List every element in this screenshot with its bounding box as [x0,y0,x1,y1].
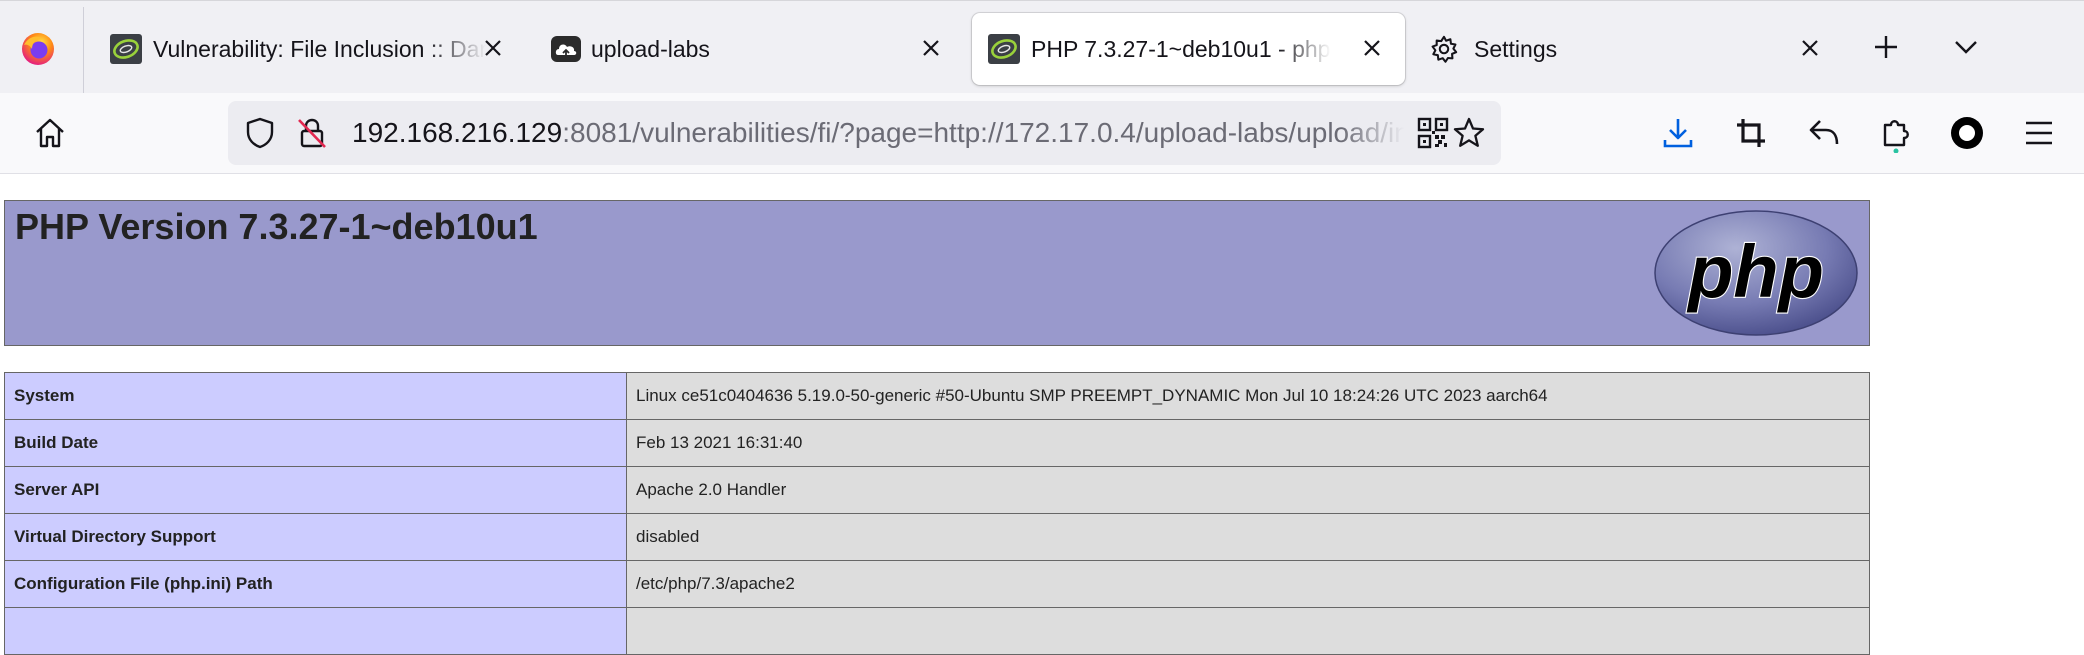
row-key [4,607,627,655]
dvwa-favicon [988,34,1020,64]
row-key: Virtual Directory Support [4,513,627,561]
close-tab-icon[interactable] [1357,33,1387,63]
tab-phpinfo[interactable]: PHP 7.3.27-1~deb10u1 - phpinfo() [972,13,1405,85]
close-tab-icon[interactable] [1795,33,1825,63]
dvwa-favicon [110,34,142,64]
gear-icon [1428,34,1460,64]
svg-text:php: php [1686,230,1824,313]
table-row [4,607,1870,655]
tab-separator [83,7,84,93]
bookmark-star-icon[interactable] [1449,113,1489,153]
downloads-icon[interactable] [1658,113,1698,153]
home-icon[interactable] [30,113,70,153]
navigation-toolbar: 192.168.216.129:8081/vulnerabilities/fi/… [0,93,2084,174]
upload-labs-favicon [550,34,582,64]
tab-dvwa-file-inclusion[interactable]: Vulnerability: File Inclusion :: Damn Vu… [100,13,520,85]
close-tab-icon[interactable] [916,33,946,63]
qr-code-icon[interactable] [1413,113,1453,153]
address-bar[interactable]: 192.168.216.129:8081/vulnerabilities/fi/… [228,101,1501,165]
page-title: PHP Version 7.3.27-1~deb10u1 [15,206,538,247]
table-row: Server API Apache 2.0 Handler [4,466,1870,514]
row-key: Configuration File (php.ini) Path [4,560,627,608]
php-version-header: PHP Version 7.3.27-1~deb10u1 php [4,200,1870,346]
page-content: PHP Version 7.3.27-1~deb10u1 php System … [0,174,2084,655]
tab-settings[interactable]: Settings [1418,13,1838,85]
row-key: Server API [4,466,627,514]
firefox-view-icon[interactable] [20,31,56,67]
row-key: System [4,372,627,420]
new-tab-plus-icon[interactable] [1868,29,1904,65]
row-value: /etc/php/7.3/apache2 [626,560,1870,608]
back-arrow-icon[interactable] [1804,113,1844,153]
tab-title: Vulnerability: File Inclusion :: Damn Vu… [153,36,486,62]
row-value [626,607,1870,655]
tracking-protection-shield-icon[interactable] [240,113,280,153]
row-value: Apache 2.0 Handler [626,466,1870,514]
account-profile-icon[interactable] [1947,113,1987,153]
table-row: Configuration File (php.ini) Path /etc/p… [4,560,1870,608]
url-host: 192.168.216.129 [352,117,563,148]
tab-title: Settings [1474,36,1558,62]
extensions-puzzle-icon[interactable] [1876,113,1916,153]
phpinfo-table: System Linux ce51c0404636 5.19.0-50-gene… [4,372,1870,655]
tab-title: PHP 7.3.27-1~deb10u1 - phpinfo() [1031,36,1331,62]
table-row: Virtual Directory Support disabled [4,513,1870,561]
row-key: Build Date [4,419,627,467]
url-text[interactable]: 192.168.216.129:8081/vulnerabilities/fi/… [352,101,1404,165]
url-path: :8081/vulnerabilities/fi/?page=http://17… [562,117,1404,148]
screenshot-crop-icon[interactable] [1731,113,1771,153]
table-row: Build Date Feb 13 2021 16:31:40 [4,419,1870,467]
tab-strip: Vulnerability: File Inclusion :: Damn Vu… [0,0,2084,93]
row-value: Linux ce51c0404636 5.19.0-50-generic #50… [626,372,1870,420]
close-tab-icon[interactable] [478,33,508,63]
insecure-lock-icon[interactable] [292,113,332,153]
tab-upload-labs[interactable]: upload-labs [540,13,960,85]
php-logo[interactable]: php [1653,209,1859,337]
table-row: System Linux ce51c0404636 5.19.0-50-gene… [4,372,1870,420]
row-value: disabled [626,513,1870,561]
row-value: Feb 13 2021 16:31:40 [626,419,1870,467]
hamburger-menu-icon[interactable] [2019,113,2059,153]
tab-title: upload-labs [591,36,710,62]
list-all-tabs-chevron-down-icon[interactable] [1948,29,1984,65]
